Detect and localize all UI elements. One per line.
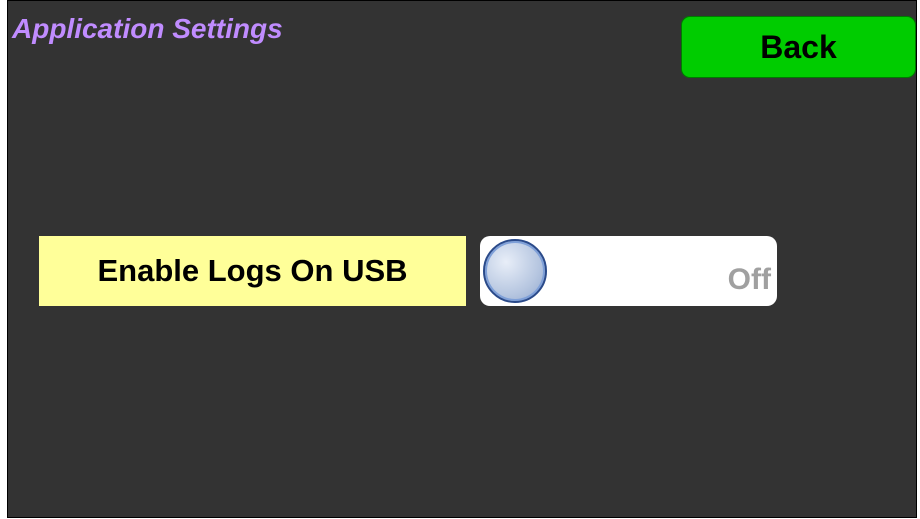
toggle-state-text: Off [727, 263, 771, 296]
enable-logs-usb-toggle[interactable]: Off [480, 236, 777, 306]
page-title: Application Settings [12, 13, 283, 44]
toggle-knob[interactable] [483, 239, 547, 303]
enable-logs-usb-label: Enable Logs On USB [39, 236, 466, 306]
back-button[interactable]: Back [681, 16, 916, 78]
settings-screen: Application Settings Back Enable Logs On… [7, 0, 917, 518]
